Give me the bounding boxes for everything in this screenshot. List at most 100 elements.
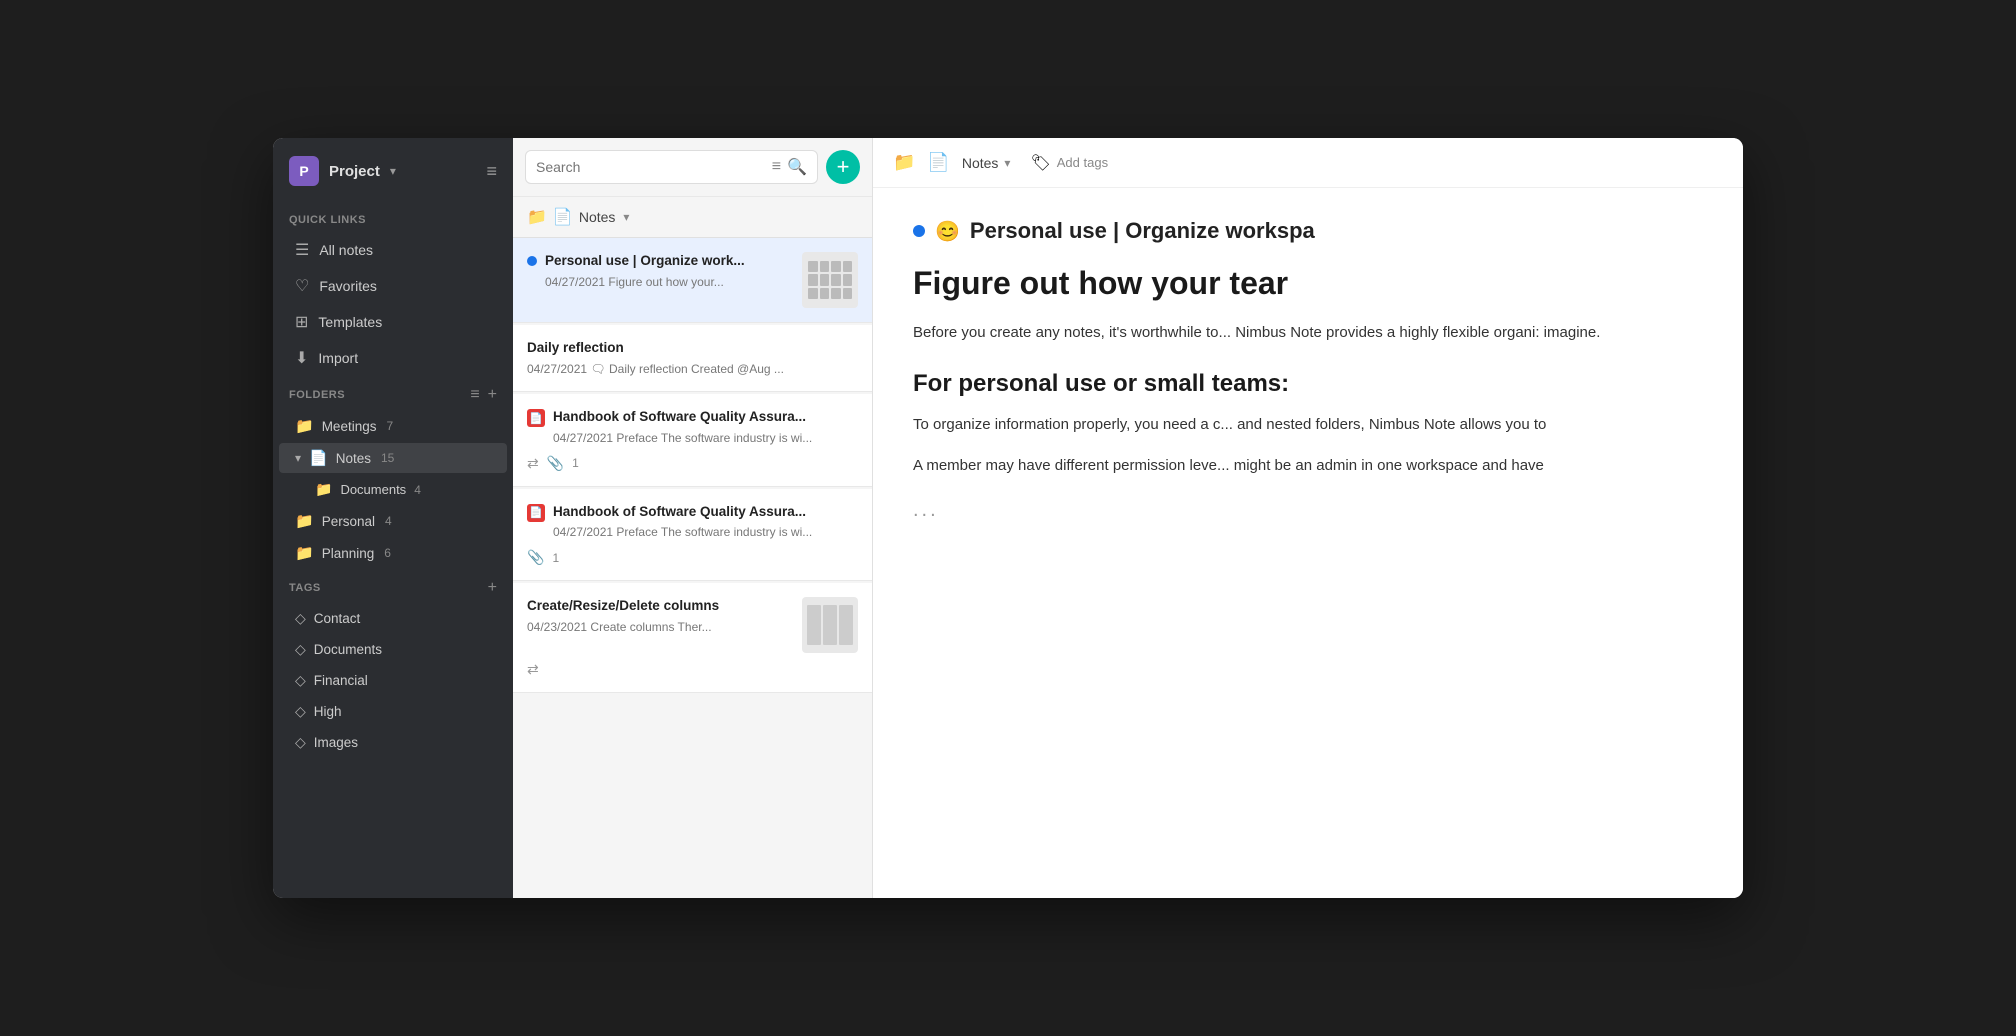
sort-folders-icon[interactable]: ≡	[470, 386, 479, 404]
note-date: 04/27/2021	[545, 275, 605, 289]
folder-count: 7	[386, 419, 393, 433]
toolbar-folder-icon[interactable]: 📁	[893, 152, 915, 173]
folder-item-personal[interactable]: 📁 Personal 4	[279, 506, 507, 536]
toolbar-note-icon[interactable]: 📄	[927, 152, 949, 173]
note-red-icon: 📄	[527, 504, 545, 522]
note-text: Create columns Ther...	[590, 620, 711, 634]
note-thumbnail-5	[802, 597, 858, 653]
grid-cell	[831, 288, 841, 299]
workspace-chevron-icon: ▾	[390, 164, 396, 178]
share-icon: ⇄	[527, 661, 539, 678]
tag-icon: ◇	[295, 610, 306, 627]
note-emoji: 😊	[935, 219, 960, 244]
note-item-4[interactable]: 📄 Handbook of Software Quality Assura...…	[513, 489, 872, 581]
sidebar: P Project ▾ ≡ Quick Links ☰ All notes ♡ …	[273, 138, 513, 898]
note-text: 🗨 Daily reflection Created @Aug ...	[590, 362, 784, 376]
note-item-top: Daily reflection 04/27/2021 🗨 Daily refl…	[527, 339, 858, 377]
app-window: P Project ▾ ≡ Quick Links ☰ All notes ♡ …	[273, 138, 1743, 898]
notes-folder-header-icon: 📁	[527, 207, 547, 227]
note-item-3[interactable]: 📄 Handbook of Software Quality Assura...…	[513, 394, 872, 486]
tag-item-financial[interactable]: ◇ Financial	[279, 666, 507, 695]
sidebar-menu-icon[interactable]: ≡	[486, 161, 497, 182]
tag-icon: ◇	[295, 641, 306, 658]
folder-label: Planning	[322, 546, 375, 561]
folder-item-meetings[interactable]: 📁 Meetings 7	[279, 411, 507, 441]
tag-label: Contact	[314, 611, 361, 626]
sidebar-item-all-notes[interactable]: ☰ All notes	[279, 233, 507, 267]
tag-item-contact[interactable]: ◇ Contact	[279, 604, 507, 633]
tag-item-documents[interactable]: ◇ Documents	[279, 635, 507, 664]
tags-section-header: Tags +	[273, 569, 513, 603]
search-input[interactable]	[536, 159, 766, 175]
folder-icon: 📁	[295, 512, 314, 530]
folder-count: 15	[381, 451, 394, 465]
favorites-icon: ♡	[295, 276, 309, 296]
note-item-left: 📄 Handbook of Software Quality Assura...…	[527, 503, 858, 541]
workspace-avatar: P	[289, 156, 319, 186]
note-item-5[interactable]: Create/Resize/Delete columns 04/23/2021 …	[513, 583, 872, 693]
folder-item-documents[interactable]: 📁 Documents 4	[279, 475, 507, 504]
note-title: Handbook of Software Quality Assura...	[553, 408, 812, 426]
add-folder-icon[interactable]: +	[488, 386, 497, 404]
note-header-line: 😊 Personal use | Organize workspa	[913, 218, 1703, 244]
note-main-title: Personal use | Organize workspa	[970, 218, 1315, 244]
note-item-1[interactable]: Personal use | Organize work... 04/27/20…	[513, 238, 872, 323]
note-item-top: Create/Resize/Delete columns 04/23/2021 …	[527, 597, 858, 653]
note-h2: For personal use or small teams:	[913, 370, 1703, 398]
search-input-wrapper[interactable]: ≡ 🔍	[525, 150, 818, 184]
share-icon: ⇄	[527, 455, 539, 472]
sidebar-item-templates[interactable]: ⊞ Templates	[279, 305, 507, 339]
tag-item-images[interactable]: ◇ Images	[279, 728, 507, 757]
tag-label: High	[314, 704, 342, 719]
note-item-2[interactable]: Daily reflection 04/27/2021 🗨 Daily refl…	[513, 325, 872, 392]
note-preview: 04/23/2021 Create columns Ther...	[527, 619, 719, 636]
quick-links-label: Quick Links	[273, 204, 513, 232]
search-icon-button[interactable]: 🔍	[787, 157, 807, 177]
all-notes-icon: ☰	[295, 240, 309, 260]
add-tag-icon[interactable]: +	[488, 579, 497, 597]
attach-icon: 📎	[527, 549, 544, 566]
breadcrumb-chevron-icon: ▾	[1004, 156, 1010, 170]
folders-section-header: Folders ≡ +	[273, 376, 513, 410]
folder-icon: 📁	[295, 417, 314, 435]
note-date: 04/23/2021	[527, 620, 587, 634]
note-paragraph-1: Before you create any notes, it's worthw…	[913, 320, 1703, 346]
notes-folder-icon: 📄	[309, 449, 328, 467]
folder-item-notes[interactable]: ▾ 📄 Notes 15	[279, 443, 507, 473]
attach-icon: 📎	[547, 455, 564, 472]
sidebar-item-label: Import	[318, 350, 358, 366]
tag-icon: ◇	[295, 703, 306, 720]
tags-label: Tags	[289, 582, 321, 594]
add-tags-button[interactable]: Add tags	[1057, 155, 1108, 170]
note-red-icon: 📄	[527, 409, 545, 427]
tag-icon: ◇	[295, 734, 306, 751]
add-note-button[interactable]: +	[826, 150, 860, 184]
tag-label: Documents	[314, 642, 382, 657]
workspace-name: Project	[329, 163, 380, 180]
sidebar-item-label: Templates	[318, 314, 382, 330]
sidebar-item-favorites[interactable]: ♡ Favorites	[279, 269, 507, 303]
subfolder-icon: 📁	[315, 481, 332, 498]
sidebar-item-import[interactable]: ⬇ Import	[279, 341, 507, 375]
note-item-top: 📄 Handbook of Software Quality Assura...…	[527, 408, 858, 446]
note-item-top: Personal use | Organize work... 04/27/20…	[527, 252, 858, 308]
note-text: Figure out how your...	[608, 275, 723, 289]
templates-icon: ⊞	[295, 312, 308, 332]
filter-button[interactable]: ≡	[772, 158, 781, 176]
note-preview: 04/27/2021 Preface The software industry…	[553, 524, 812, 541]
grid-cell	[831, 274, 841, 285]
grid-cell	[843, 261, 853, 272]
sidebar-header: P Project ▾ ≡	[273, 138, 513, 204]
workspace-info[interactable]: P Project ▾	[289, 156, 396, 186]
tag-item-high[interactable]: ◇ High	[279, 697, 507, 726]
note-paragraph-3: A member may have different permission l…	[913, 453, 1703, 479]
sidebar-item-label: All notes	[319, 242, 373, 258]
note-item-top: 📄 Handbook of Software Quality Assura...…	[527, 503, 858, 541]
folder-item-planning[interactable]: 📁 Planning 6	[279, 538, 507, 568]
note-preview: 04/27/2021 Preface The software industry…	[553, 430, 812, 447]
note-title: Daily reflection	[527, 339, 784, 357]
folder-collapse-icon: ▾	[295, 451, 301, 465]
notes-folder-header: 📁 📄 Notes ▾	[513, 197, 872, 238]
notes-panel: ≡ 🔍 + 📁 📄 Notes ▾ Personal use | Organiz…	[513, 138, 873, 898]
note-item-left: Create/Resize/Delete columns 04/23/2021 …	[527, 597, 794, 635]
